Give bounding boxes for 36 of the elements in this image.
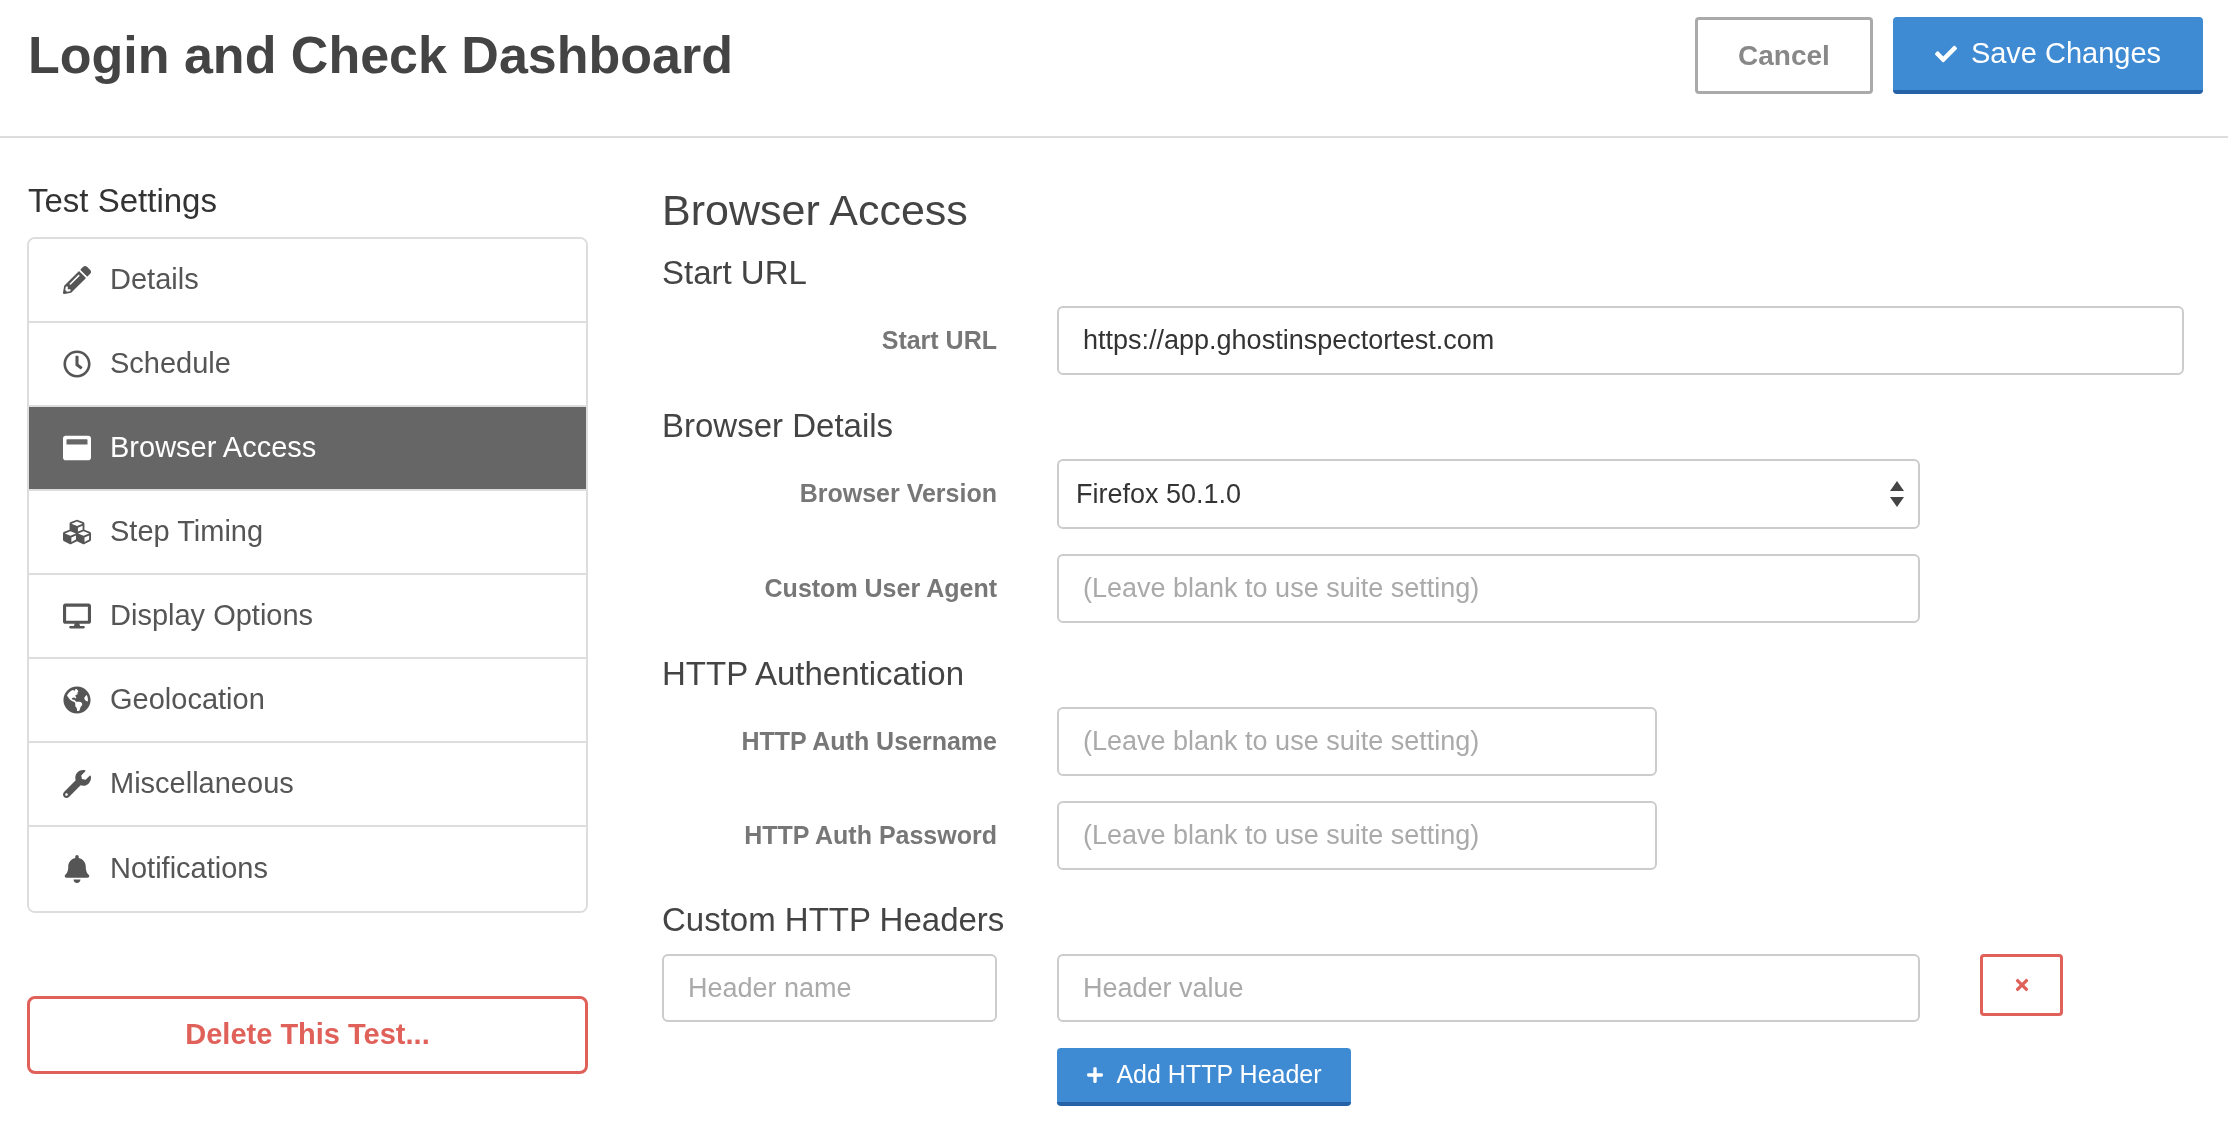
field-label: Browser Version	[798, 478, 997, 510]
subsection-title: Browser Details	[662, 406, 895, 446]
sidebar-item[interactable]: Browser Access	[29, 407, 586, 491]
cancel-button[interactable]: Cancel	[1695, 17, 1873, 94]
field-label: Custom User Agent	[763, 572, 997, 604]
header-value-field[interactable]: Header value	[1057, 954, 1920, 1022]
user-agent-field[interactable]: (Leave blank to use suite setting)	[1057, 554, 1920, 623]
save-button[interactable]: Save Changes	[1893, 17, 2203, 94]
add-header-button[interactable]: Add HTTP Header	[1057, 1048, 1351, 1106]
browser-version-select[interactable]: Firefox 50.1.0	[1057, 459, 1920, 529]
subsection-title: Custom HTTP Headers	[662, 900, 1006, 940]
remove-header-button[interactable]	[1980, 954, 2063, 1016]
header-name-field[interactable]: Header name	[662, 954, 997, 1022]
globe-icon	[63, 686, 91, 714]
password-field[interactable]: (Leave blank to use suite setting)	[1057, 801, 1657, 870]
cubes-icon	[63, 518, 91, 546]
field-label: HTTP Auth Password	[743, 819, 997, 851]
wrench-icon	[63, 770, 91, 798]
up-down-arrows-icon	[1890, 481, 1904, 507]
bell-icon	[63, 855, 91, 883]
username-field[interactable]: (Leave blank to use suite setting)	[1057, 707, 1657, 776]
url-field[interactable]: https://app.ghostinspectortest.com	[1057, 306, 2184, 375]
section-title: Browser Access	[662, 185, 969, 235]
subsection-title: HTTP Authentication	[662, 654, 966, 694]
plus-icon	[1086, 1066, 1105, 1084]
sidebar-title: Test Settings	[27, 181, 218, 221]
field-label: Start URL	[880, 324, 997, 356]
sidebar-item[interactable]: Details	[29, 239, 586, 323]
delete-button[interactable]: Delete This Test...	[27, 996, 588, 1074]
page-title: Login and Check Dashboard	[28, 25, 733, 86]
window-icon	[63, 434, 91, 462]
clock-icon	[63, 350, 91, 378]
monitor-icon	[63, 602, 91, 630]
subsection-title: Start URL	[662, 253, 808, 293]
pencil-icon	[63, 266, 91, 294]
field-label: HTTP Auth Username	[740, 725, 997, 757]
